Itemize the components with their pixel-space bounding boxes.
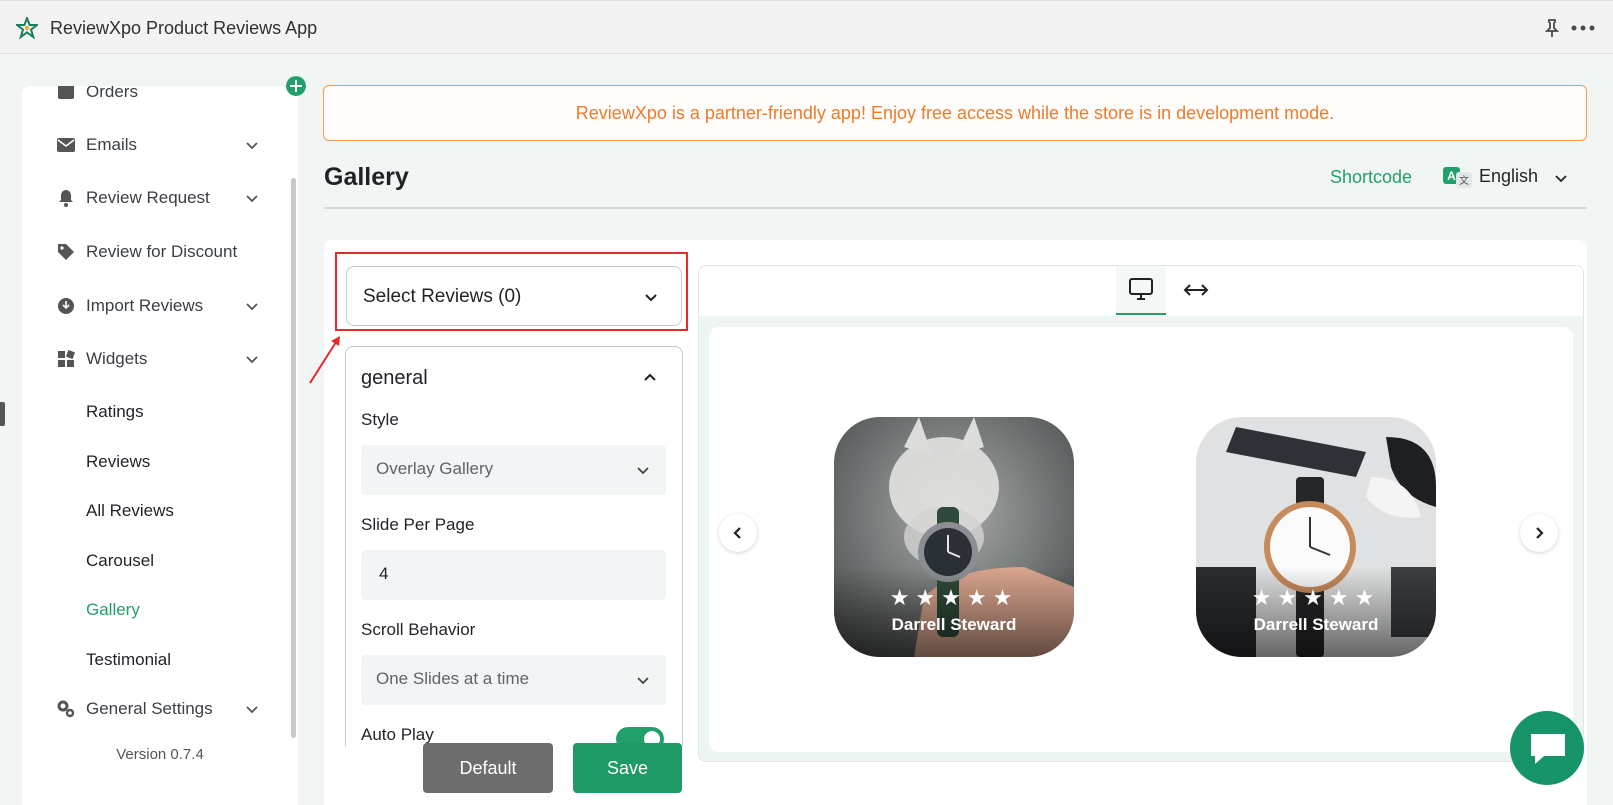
sidebar-item-label: General Settings: [86, 699, 213, 718]
app-title: ReviewXpo Product Reviews App: [50, 18, 318, 38]
preview-panel: ★★★★★ Darrell Steward ★★★★★ Darrell Stew…: [698, 265, 1584, 762]
app-logo-icon: [16, 17, 38, 39]
import-icon: [58, 298, 74, 314]
tag-icon: [58, 244, 74, 260]
svg-text:文: 文: [1459, 174, 1469, 187]
scroll-behavior-value: One Slides at a time: [376, 669, 530, 688]
tab-full-width[interactable]: [1176, 266, 1216, 315]
sidebar-item-import-reviews[interactable]: Import Reviews: [22, 286, 298, 326]
sidebar-subitem-ratings[interactable]: Ratings: [86, 402, 144, 422]
red-arrow-annotation: [309, 336, 340, 384]
gallery-preview: ★★★★★ Darrell Steward ★★★★★ Darrell Stew…: [709, 327, 1573, 752]
mail-icon: [57, 138, 75, 152]
dev-mode-banner: ReviewXpo is a partner-friendly app! Enj…: [323, 85, 1587, 141]
gear-icon: [57, 700, 75, 718]
desktop-icon: [1129, 278, 1153, 300]
chevron-down-icon: [246, 303, 258, 311]
sidebar-scrollbar[interactable]: [291, 178, 296, 738]
add-circle-icon[interactable]: [286, 76, 306, 96]
scroll-behavior-select[interactable]: One Slides at a time: [361, 655, 666, 705]
sidebar-item-review-request[interactable]: Review Request: [22, 178, 298, 218]
sidebar-subitem-all-reviews[interactable]: All Reviews: [86, 501, 174, 521]
chevron-left-icon: [733, 527, 741, 539]
scroll-behavior-label: Scroll Behavior: [361, 620, 476, 639]
sidebar-item-label: Emails: [86, 135, 138, 154]
chevron-up-icon[interactable]: [642, 369, 658, 385]
page-title: Gallery: [324, 163, 409, 191]
sidebar: Orders Emails Review Request Review for …: [22, 86, 298, 805]
prev-slide-button[interactable]: [719, 514, 757, 552]
sidebar-subitem-testimonial[interactable]: Testimonial: [86, 650, 171, 670]
highlight-annotation-box: [335, 252, 688, 331]
sidebar-item-label: Widgets: [86, 349, 148, 368]
app-title-bar: ReviewXpo Product Reviews App: [0, 0, 1613, 54]
translate-icon[interactable]: A 文: [1443, 167, 1473, 189]
language-select[interactable]: English: [1479, 166, 1538, 187]
left-edge-marker: [0, 402, 5, 426]
header-divider: [324, 207, 1587, 209]
slide-per-page-label: Slide Per Page: [361, 515, 475, 534]
orders-icon: [58, 86, 74, 99]
next-slide-button[interactable]: [1520, 514, 1558, 552]
style-select[interactable]: Overlay Gallery: [361, 445, 666, 495]
widgets-icon: [58, 350, 75, 367]
sidebar-item-emails[interactable]: Emails: [22, 125, 298, 165]
chat-bubble-icon: [1531, 734, 1565, 764]
version-label: Version 0.7.4: [116, 746, 204, 763]
style-label: Style: [361, 410, 399, 429]
chevron-down-icon[interactable]: [1553, 170, 1569, 186]
chevron-right-icon: [1536, 527, 1544, 539]
chevron-down-icon: [637, 677, 649, 685]
chat-button[interactable]: [1510, 711, 1584, 785]
reviewer-name: Darrell Steward: [891, 615, 1017, 634]
slide-per-page-input[interactable]: 4: [361, 550, 666, 600]
sidebar-item-label: Import Reviews: [86, 296, 204, 315]
sidebar-subitem-reviews[interactable]: Reviews: [86, 452, 150, 472]
device-tabs: [699, 266, 1583, 316]
gallery-card[interactable]: ★★★★★ Darrell Steward: [834, 417, 1074, 657]
sidebar-subitem-carousel[interactable]: Carousel: [86, 551, 154, 571]
sidebar-item-widgets[interactable]: Widgets: [22, 339, 298, 379]
save-button[interactable]: Save: [573, 743, 682, 793]
chevron-down-icon: [246, 195, 258, 203]
chevron-down-icon: [246, 356, 258, 364]
sidebar-item-label: Orders: [86, 86, 138, 101]
chevron-down-icon: [246, 142, 258, 150]
default-button[interactable]: Default: [423, 743, 553, 793]
sidebar-subitem-gallery[interactable]: Gallery: [86, 600, 140, 620]
gallery-card[interactable]: ★★★★★ Darrell Steward: [1196, 417, 1436, 657]
card-overlay: [1196, 567, 1436, 657]
sidebar-item-orders[interactable]: Orders: [22, 86, 298, 112]
card-overlay: [834, 567, 1074, 657]
style-value: Overlay Gallery: [376, 459, 494, 478]
chevron-down-icon: [637, 467, 649, 475]
svg-text:A: A: [1447, 169, 1456, 183]
chevron-down-icon: [246, 706, 258, 714]
more-options-icon[interactable]: [1570, 18, 1596, 38]
sidebar-item-general-settings[interactable]: General Settings: [22, 689, 298, 729]
section-title: general: [361, 367, 428, 389]
sidebar-item-label: Review Request: [86, 188, 210, 207]
shortcode-link[interactable]: Shortcode: [1330, 167, 1412, 188]
bell-icon: [59, 190, 73, 207]
sidebar-item-review-for-discount[interactable]: Review for Discount: [22, 232, 298, 272]
autoplay-label: Auto Play: [361, 725, 434, 744]
rating-stars: ★★★★★: [889, 585, 1019, 610]
horizontal-expand-icon: [1183, 284, 1209, 296]
general-settings-card: general Style Overlay Gallery Slide Per …: [345, 346, 683, 746]
rating-stars: ★★★★★: [1251, 585, 1381, 610]
reviewer-name: Darrell Steward: [1253, 615, 1379, 634]
slide-per-page-value: 4: [379, 564, 389, 583]
sidebar-item-label: Review for Discount: [86, 242, 238, 261]
pin-icon[interactable]: [1542, 18, 1562, 38]
tab-desktop[interactable]: [1116, 266, 1166, 315]
